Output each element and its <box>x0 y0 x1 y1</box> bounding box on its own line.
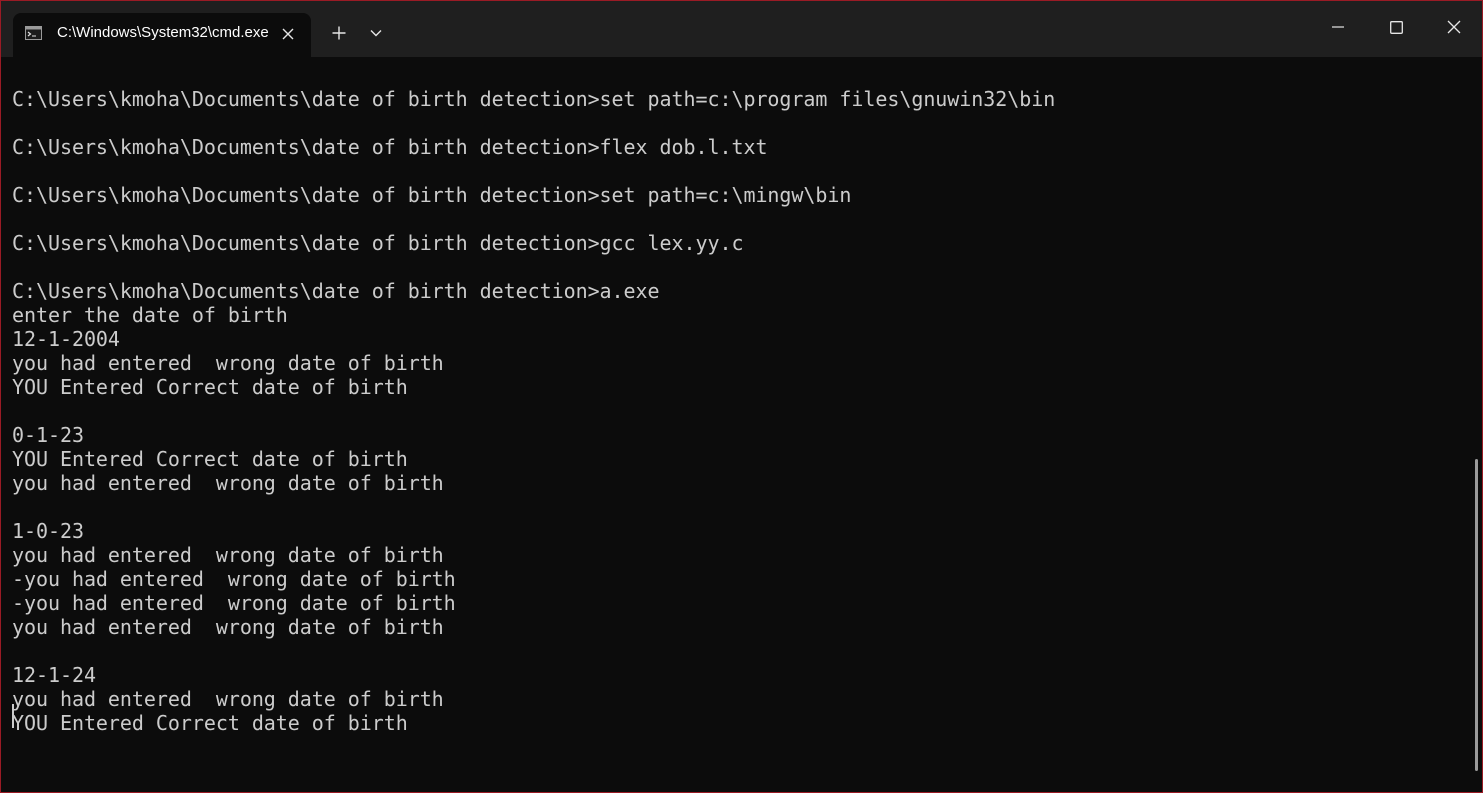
title-bar[interactable]: C:\Windows\System32\cmd.exe <box>1 1 1482 57</box>
terminal-line: enter the date of birth <box>12 303 288 327</box>
plus-icon <box>332 26 346 40</box>
terminal-line: C:\Users\kmoha\Documents\date of birth d… <box>12 183 852 207</box>
close-icon <box>282 28 294 40</box>
terminal-output[interactable]: C:\Users\kmoha\Documents\date of birth d… <box>1 57 1471 792</box>
tab-close-button[interactable] <box>277 23 299 45</box>
terminal-line: you had entered wrong date of birth <box>12 351 444 375</box>
new-tab-button[interactable] <box>323 19 355 47</box>
tab-title: C:\Windows\System32\cmd.exe <box>57 24 269 41</box>
terminal-line: C:\Users\kmoha\Documents\date of birth d… <box>12 135 768 159</box>
terminal-line: you had entered wrong date of birth <box>12 471 444 495</box>
close-window-button[interactable] <box>1427 1 1481 53</box>
maximize-icon <box>1389 20 1403 34</box>
tab-dropdown-button[interactable] <box>361 19 391 47</box>
minimize-button[interactable] <box>1311 1 1365 53</box>
terminal-line: 12-1-2004 <box>12 327 120 351</box>
tab-cmd[interactable]: C:\Windows\System32\cmd.exe <box>13 13 311 57</box>
terminal-line: -you had entered wrong date of birth <box>12 591 456 615</box>
terminal-line: 12-1-24 <box>12 663 96 687</box>
terminal-line: 1-0-23 <box>12 519 84 543</box>
text-cursor <box>12 704 14 728</box>
terminal-line: C:\Users\kmoha\Documents\date of birth d… <box>12 87 1056 111</box>
close-icon <box>1447 20 1461 34</box>
terminal-line: C:\Users\kmoha\Documents\date of birth d… <box>12 279 660 303</box>
terminal-line: YOU Entered Correct date of birth <box>12 447 408 471</box>
terminal-line: 0-1-23 <box>12 423 84 447</box>
terminal-line: you had entered wrong date of birth <box>12 543 444 567</box>
terminal-line: C:\Users\kmoha\Documents\date of birth d… <box>12 231 744 255</box>
terminal-icon <box>25 26 42 40</box>
terminal-line: YOU Entered Correct date of birth <box>12 711 408 735</box>
chevron-down-icon <box>370 30 382 37</box>
minimize-icon <box>1332 26 1344 28</box>
terminal-line: you had entered wrong date of birth <box>12 687 444 711</box>
scrollbar-thumb[interactable] <box>1475 459 1478 771</box>
terminal-lines: C:\Users\kmoha\Documents\date of birth d… <box>12 87 1055 735</box>
terminal-line: YOU Entered Correct date of birth <box>12 375 408 399</box>
terminal-window: C:\Windows\System32\cmd.exe C:\Users\kmo… <box>0 0 1483 793</box>
terminal-line: -you had entered wrong date of birth <box>12 567 456 591</box>
terminal-line: you had entered wrong date of birth <box>12 615 444 639</box>
maximize-button[interactable] <box>1369 1 1423 53</box>
